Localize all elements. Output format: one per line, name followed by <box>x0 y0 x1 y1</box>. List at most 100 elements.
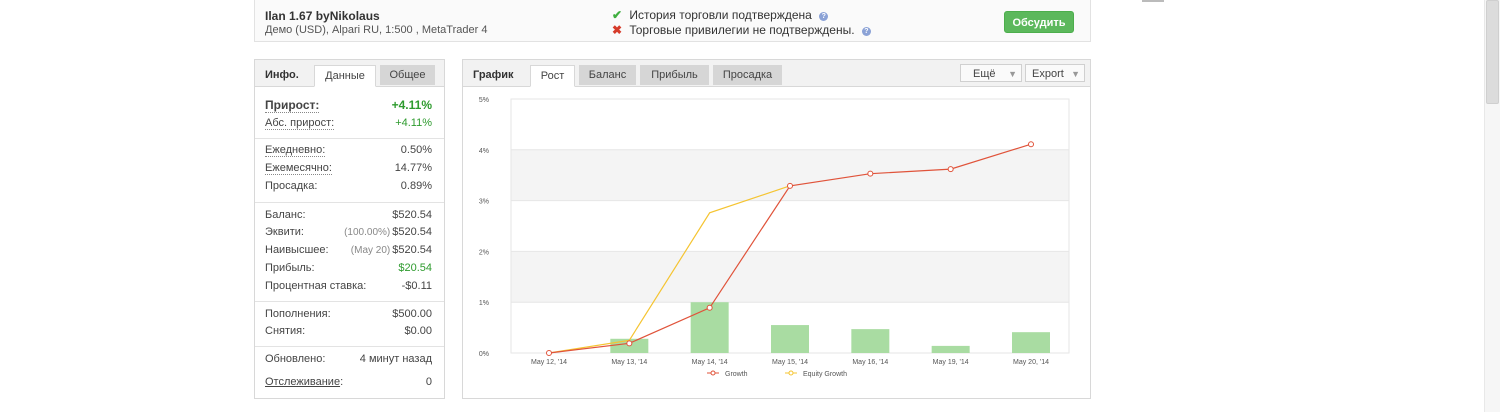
check-icon: ✔ <box>612 8 623 22</box>
equity-row: Эквити: (100.00%) $520.54 <box>265 226 432 243</box>
gain-value: +4.11% <box>391 98 432 112</box>
x-tick-label: May 20, '14 <box>1013 359 1049 366</box>
tab-profit[interactable]: Прибыль <box>640 65 709 85</box>
divider <box>255 301 444 302</box>
highest-row: Наивысшее: (May 20) $520.54 <box>265 244 432 261</box>
y-tick-label: 5% <box>479 97 489 104</box>
gain-row: Прирост: +4.11% <box>265 98 432 115</box>
monthly-row: Ежемесячно: 14.77% <box>265 162 432 179</box>
help-icon[interactable]: ? <box>861 27 871 36</box>
chart-panel: График Рост Баланс Прибыль Просадка Ещё … <box>462 59 1091 399</box>
y-tick-label: 4% <box>479 148 489 155</box>
tab-drawdown[interactable]: Просадка <box>713 65 782 85</box>
history-status-text: История торговли подтверждена <box>629 8 812 22</box>
withdrawals-value: $0.00 <box>404 325 432 337</box>
daily-label[interactable]: Ежедневно: <box>265 144 326 157</box>
growth-chart: 0% 1% 2% 3% 4% 5% May 12, '14 May 13, '14 May 14… <box>479 97 1070 378</box>
drawdown-label: Просадка: <box>265 180 318 192</box>
balance-row: Баланс: $520.54 <box>265 209 432 226</box>
help-icon[interactable]: ? <box>819 12 829 21</box>
grid-band <box>511 251 1069 303</box>
equity-value: $520.54 <box>392 226 432 238</box>
scrollbar-thumb[interactable] <box>1486 0 1499 104</box>
y-tick-label: 2% <box>479 249 489 256</box>
profit-label: Прибыль: <box>265 262 315 274</box>
tab-data[interactable]: Данные <box>314 65 376 87</box>
tracking-value: 0 <box>425 376 432 388</box>
updated-label: Обновлено: <box>265 353 326 365</box>
interest-row: Процентная ставка: -$0.11 <box>265 280 432 297</box>
export-dropdown[interactable]: Export ▼ <box>1025 64 1085 82</box>
daily-value: 0.50% <box>400 144 432 156</box>
withdrawals-row: Снятия: $0.00 <box>265 325 432 342</box>
more-dropdown[interactable]: Ещё ▼ <box>960 64 1022 82</box>
info-panel-title: Инфо. <box>265 69 299 81</box>
drawdown-row: Просадка: 0.89% <box>265 180 432 197</box>
divider <box>255 202 444 203</box>
balance-label: Баланс: <box>265 209 306 221</box>
data-point <box>787 182 793 189</box>
tab-growth[interactable]: Рост <box>530 65 575 87</box>
x-tick-label: May 13, '14 <box>611 359 647 366</box>
divider <box>255 138 444 139</box>
chart-tabbar: График Рост Баланс Прибыль Просадка Ещё … <box>463 60 1090 87</box>
chart-panel-title: График <box>473 69 514 81</box>
y-tick-label: 3% <box>479 199 489 206</box>
account-info: Демо (USD), Alpari RU, 1:500 , MetaTrade… <box>265 24 488 36</box>
deposits-label: Пополнения: <box>265 308 331 320</box>
x-tick-label: May 12, '14 <box>531 359 567 366</box>
data-point <box>1028 141 1034 148</box>
grid-band <box>511 149 1069 201</box>
interest-value: -$0.11 <box>401 280 432 292</box>
legend-marker <box>788 370 794 376</box>
system-name[interactable]: Ilan 1.67 byNikolaus <box>265 9 380 23</box>
deposits-row: Пополнения: $500.00 <box>265 308 432 325</box>
monthly-value: 14.77% <box>394 162 432 174</box>
tracking-row: Отслеживание: 0 <box>265 376 432 393</box>
withdrawals-label: Снятия: <box>265 325 306 337</box>
info-panel: Инфо. Данные Общее Прирост: +4.11% Абс. … <box>254 59 445 399</box>
equity-label: Эквити: <box>265 226 304 238</box>
bar <box>771 325 809 353</box>
highest-value: $520.54 <box>392 244 432 256</box>
history-verified-row: ✔ История торговли подтверждена ? <box>612 8 829 22</box>
tracking-colon: : <box>340 376 344 388</box>
monthly-label[interactable]: Ежемесячно: <box>265 162 332 175</box>
info-tabbar: Инфо. Данные Общее <box>255 60 444 87</box>
y-tick-label: 1% <box>479 300 489 307</box>
daily-row: Ежедневно: 0.50% <box>265 144 432 161</box>
balance-value: $520.54 <box>392 209 432 221</box>
more-label: Ещё <box>973 68 996 80</box>
privileges-row: ✖ Торговые привилегии не подтверждены. ? <box>612 23 871 37</box>
tracking-link[interactable]: Отслеживание <box>265 376 340 388</box>
gain-label[interactable]: Прирост: <box>265 98 320 113</box>
data-point <box>626 340 633 347</box>
data-point <box>546 350 552 356</box>
deposits-value: $500.00 <box>392 308 432 320</box>
abs-gain-label[interactable]: Абс. прирост: <box>265 117 335 130</box>
divider <box>255 346 444 347</box>
data-point <box>867 170 874 177</box>
y-tick-label: 0% <box>479 351 489 358</box>
abs-gain-row: Абс. прирост: +4.11% <box>265 117 432 134</box>
highest-value-group: (May 20) $520.54 <box>351 244 432 256</box>
chevron-down-icon: ▼ <box>1008 69 1017 79</box>
updated-row: Обновлено: 4 минут назад <box>265 353 432 370</box>
bar <box>1012 332 1050 353</box>
legend-label: Growth <box>725 371 748 378</box>
export-label: Export <box>1032 68 1064 80</box>
system-header: Ilan 1.67 byNikolaus Демо (USD), Alpari … <box>254 0 1091 42</box>
data-point <box>706 304 713 311</box>
bar <box>931 345 970 353</box>
tab-general[interactable]: Общее <box>380 65 435 85</box>
profit-row: Прибыль: $20.54 <box>265 262 432 279</box>
tracking-label-group: Отслеживание: <box>265 376 343 388</box>
discuss-button[interactable]: Обсудить <box>1004 11 1074 33</box>
x-tick-label: May 15, '14 <box>772 359 808 366</box>
tab-balance[interactable]: Баланс <box>579 65 636 85</box>
x-tick-label: May 14, '14 <box>692 359 728 366</box>
privileges-status-text: Торговые привилегии не подтверждены. <box>629 23 855 37</box>
interest-label: Процентная ставка: <box>265 280 367 292</box>
x-tick-label: May 16, '14 <box>852 359 888 366</box>
divider <box>1142 0 1164 2</box>
